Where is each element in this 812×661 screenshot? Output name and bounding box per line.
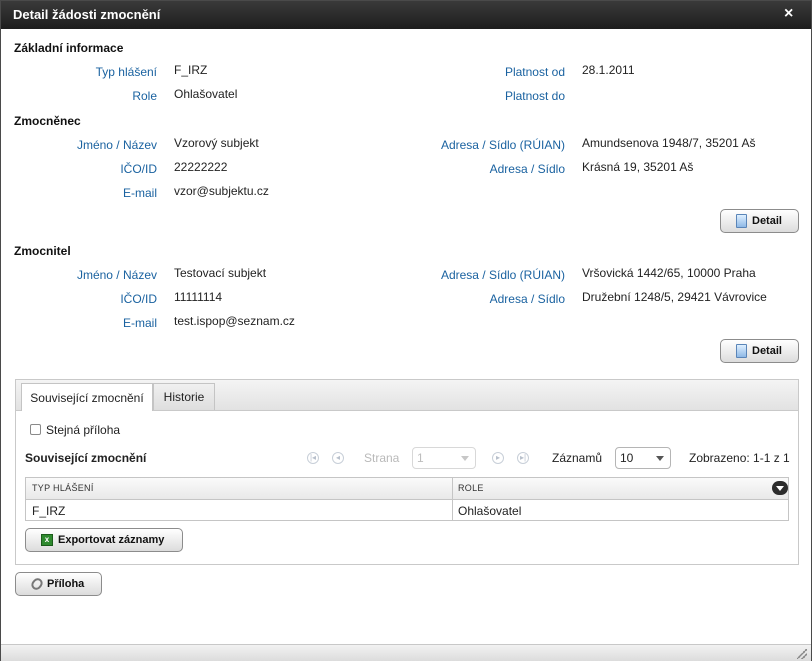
paperclip-icon (29, 576, 45, 592)
value-role: Ohlašovatel (174, 87, 238, 101)
zmocnitel-detail-button[interactable]: Detail (720, 339, 799, 363)
records-label: Záznamů (552, 451, 603, 465)
column-header-typ[interactable]: TYP HLÁŠENÍ (32, 483, 94, 493)
label-role: Role (132, 89, 157, 103)
label-typ-hlaseni: Typ hlášení (95, 65, 157, 79)
label-zmocnitel-email: E-mail (122, 316, 157, 330)
value-zmocnitel-ico: 11111114 (174, 290, 223, 304)
value-zmocnenec-jmeno: Vzorový subjekt (174, 136, 259, 150)
table-row-cell-role: Ohlašovatel (458, 504, 522, 518)
label-zmocnenec-ico: IČO/ID (120, 162, 157, 176)
value-zmocnenec-adresa: Krásná 19, 35201 Aš (582, 160, 694, 174)
document-icon (736, 344, 747, 358)
close-icon[interactable]: × (784, 5, 793, 23)
resize-grip-icon[interactable] (797, 649, 807, 659)
label-platnost-do: Platnost do (504, 89, 565, 103)
same-attachment-label: Stejná příloha (46, 423, 121, 437)
tab-related-label: Související zmocnění (30, 390, 144, 405)
page-select[interactable]: 1 (412, 447, 476, 469)
label-zmocnitel-adresa-ruian: Adresa / Sídlo (RÚIAN) (440, 268, 565, 282)
label-zmocnenec-adresa: Adresa / Sídlo (489, 162, 565, 176)
label-platnost-od: Platnost od (504, 65, 565, 79)
same-attachment-checkbox[interactable] (30, 424, 41, 435)
label-zmocnitel-ico: IČO/ID (120, 292, 157, 306)
section-title-zmocnenec: Zmocněnec (14, 114, 81, 128)
value-zmocnitel-adresa: Družební 1248/5, 29421 Vávrovice (582, 290, 767, 304)
value-zmocnitel-adresa-ruian: Vršovická 1442/65, 10000 Praha (582, 266, 756, 280)
export-records-label: Exportovat záznamy (58, 534, 165, 546)
tab-history[interactable]: Historie (153, 383, 215, 410)
value-zmocnenec-email: vzor@subjektu.cz (174, 184, 269, 198)
related-tab-panel: Související zmocnění Historie Stejná pří… (15, 379, 799, 565)
related-grid: TYP HLÁŠENÍ ROLE F_IRZ Ohlašovatel (25, 477, 789, 521)
attachment-button[interactable]: Příloha (15, 572, 102, 596)
tab-strip: Související zmocnění Historie (16, 380, 798, 411)
tab-history-label: Historie (163, 390, 205, 404)
dialog-footer (1, 644, 811, 661)
page-label: Strana (364, 451, 400, 465)
value-zmocnenec-ico: 22222222 (174, 160, 228, 174)
label-zmocnenec-adresa-ruian: Adresa / Sídlo (RÚIAN) (440, 138, 565, 152)
column-menu-icon[interactable] (772, 481, 788, 495)
chevron-down-icon (656, 456, 664, 461)
grid-column-separator (452, 478, 453, 520)
detail-dialog: Detail žádosti zmocnění × Základní infor… (0, 0, 812, 661)
column-header-role[interactable]: ROLE (458, 483, 484, 493)
label-zmocnitel-jmeno: Jméno / Název (76, 268, 157, 282)
attachment-label: Příloha (47, 578, 85, 590)
related-title: Související zmocnění (25, 451, 147, 465)
shown-records: Zobrazeno: 1-1 z 1 (689, 451, 790, 465)
table-row-cell-typ: F_IRZ (32, 504, 66, 518)
next-page-icon[interactable]: ▸ (492, 452, 504, 464)
records-value: 10 (620, 451, 634, 465)
value-zmocnitel-jmeno: Testovací subjekt (174, 266, 267, 280)
prev-page-icon[interactable]: ◂ (332, 452, 344, 464)
zmocnenec-detail-button[interactable]: Detail (720, 209, 799, 233)
document-icon (736, 214, 747, 228)
chevron-down-icon (461, 456, 469, 461)
first-page-icon[interactable]: |◂ (307, 452, 319, 464)
dialog-title: Detail žádosti zmocnění (13, 7, 161, 22)
records-per-page-select[interactable]: 10 (615, 447, 671, 469)
label-zmocnenec-email: E-mail (122, 186, 157, 200)
dialog-titlebar: Detail žádosti zmocnění × (1, 1, 811, 29)
last-page-icon[interactable]: ▸| (517, 452, 529, 464)
value-zmocnitel-email: test.ispop@seznam.cz (174, 314, 295, 328)
section-title-zmocnitel: Zmocnitel (14, 244, 71, 258)
page-value: 1 (417, 451, 424, 465)
value-platnost-od: 28.1.2011 (582, 63, 635, 77)
zmocnenec-detail-label: Detail (752, 215, 782, 227)
value-typ-hlaseni: F_IRZ (174, 63, 208, 77)
tab-related-authorizations[interactable]: Související zmocnění (21, 383, 153, 411)
value-zmocnenec-adresa-ruian: Amundsenova 1948/7, 35201 Aš (582, 136, 756, 150)
grid-header (26, 478, 788, 500)
zmocnitel-detail-label: Detail (752, 345, 782, 357)
label-zmocnenec-jmeno: Jméno / Název (76, 138, 157, 152)
label-zmocnitel-adresa: Adresa / Sídlo (489, 292, 565, 306)
excel-icon: x (41, 534, 53, 546)
export-records-button[interactable]: x Exportovat záznamy (25, 528, 183, 552)
section-title-basic: Základní informace (14, 41, 124, 55)
